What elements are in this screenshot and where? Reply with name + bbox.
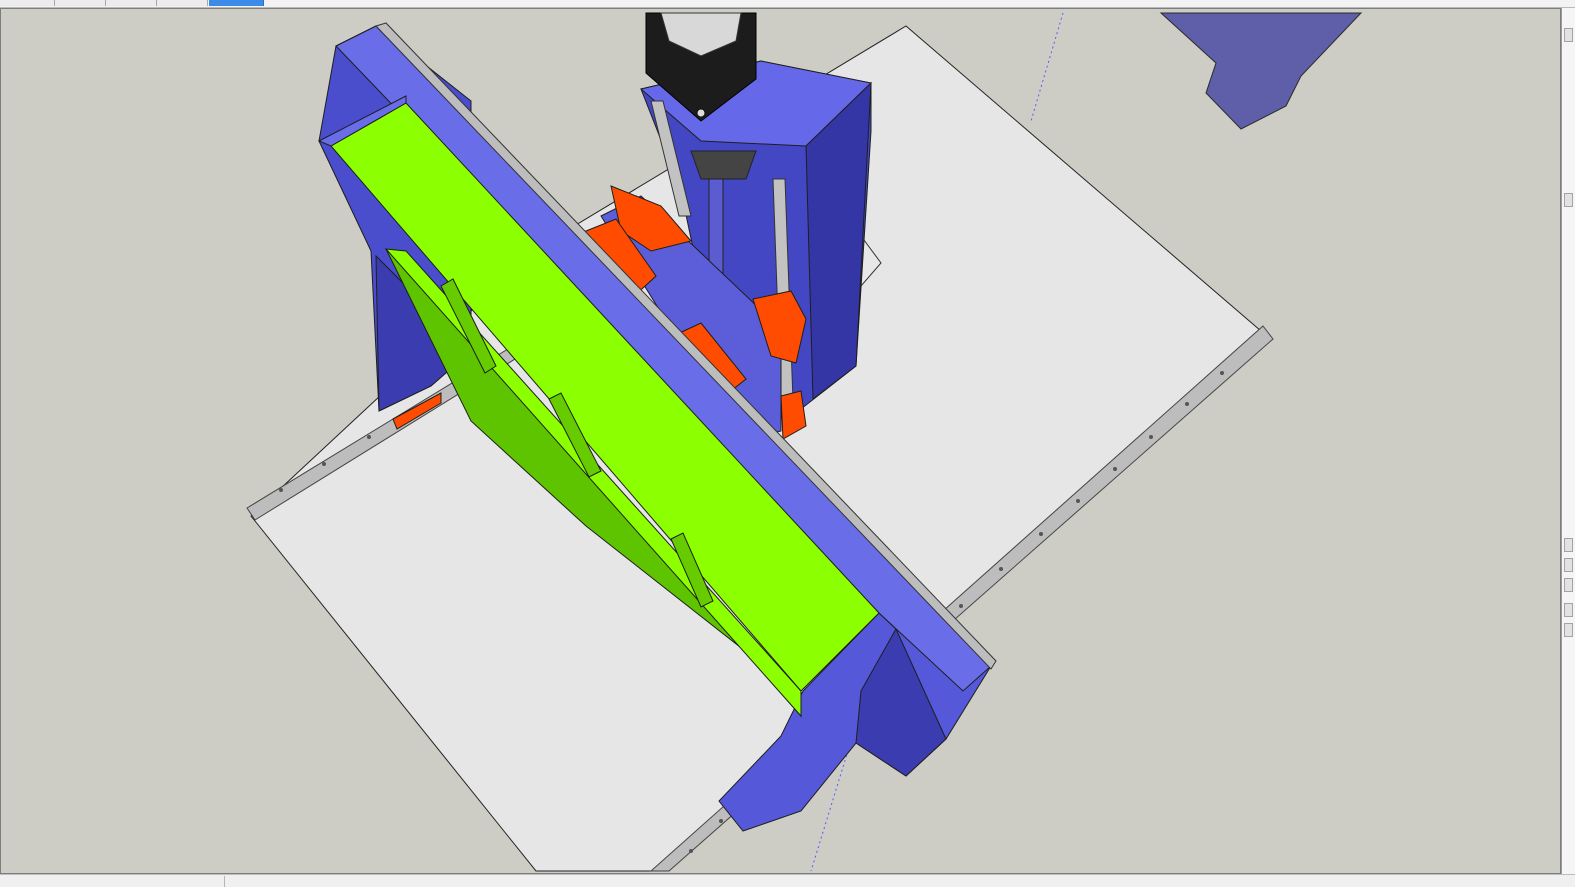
status-bar (0, 874, 1575, 887)
panel-button-icon[interactable] (1564, 538, 1573, 552)
scene-tab-3[interactable] (106, 0, 157, 6)
panel-button-icon[interactable] (1564, 558, 1573, 572)
motor-shaft (696, 108, 706, 118)
right-side-panel (1561, 8, 1575, 874)
status-divider (224, 876, 225, 887)
scene-tab-4[interactable] (157, 0, 208, 6)
blue-axis-guide (1030, 12, 1064, 122)
scene-tab-bar (0, 0, 1575, 8)
scene-tab-2[interactable] (55, 0, 106, 6)
scene-tab-5-active[interactable] (209, 0, 264, 6)
3d-modeling-viewport[interactable] (0, 8, 1561, 874)
scene-tab-1[interactable] (0, 0, 55, 6)
lead-screw-coupler (690, 150, 757, 180)
adjacent-model-part (1159, 12, 1363, 130)
panel-button-icon[interactable] (1564, 578, 1573, 592)
panel-button-icon[interactable] (1564, 193, 1573, 207)
panel-button-icon[interactable] (1564, 623, 1573, 637)
panel-button-icon[interactable] (1564, 603, 1573, 617)
cnc-router-model (246, 12, 1363, 872)
scroll-up-icon[interactable] (1564, 28, 1573, 42)
